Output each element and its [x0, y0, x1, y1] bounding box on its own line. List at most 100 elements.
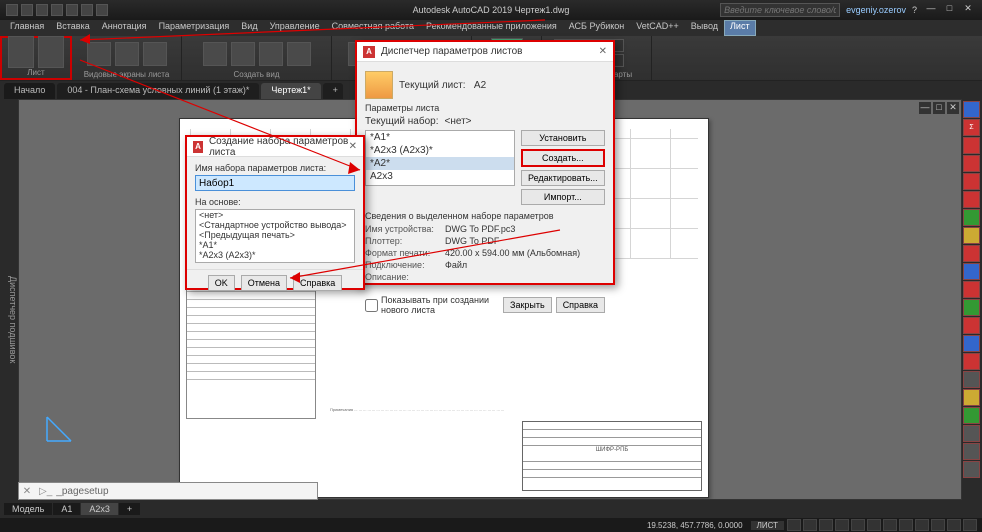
- page-setup-icon[interactable]: [38, 36, 64, 68]
- cv-icon-3[interactable]: [259, 42, 283, 66]
- nps-cancel-button[interactable]: Отмена: [241, 275, 287, 291]
- sb-icon-10[interactable]: [931, 519, 945, 531]
- rb-icon-9[interactable]: [963, 245, 980, 262]
- menu-annotate[interactable]: Аннотация: [96, 20, 153, 36]
- rb-icon-12[interactable]: [963, 299, 980, 316]
- rb-icon-7[interactable]: [963, 209, 980, 226]
- sb-icon-7[interactable]: [883, 519, 897, 531]
- status-mode[interactable]: ЛИСТ: [751, 521, 784, 530]
- nps-base-4[interactable]: *A2x3 (A2x3)*: [196, 250, 354, 260]
- psm-show-cb[interactable]: [365, 299, 378, 312]
- vp-icon-1[interactable]: [87, 42, 111, 66]
- psm-edit-button[interactable]: Редактировать...: [521, 170, 605, 186]
- psm-close-icon[interactable]: ✕: [599, 46, 607, 57]
- sb-icon-5[interactable]: [851, 519, 865, 531]
- canvas-max-icon[interactable]: □: [933, 102, 945, 114]
- psm-item-4[interactable]: А1: [366, 183, 514, 186]
- maximize-icon[interactable]: □: [941, 3, 957, 17]
- nps-base-0[interactable]: <нет>: [196, 210, 354, 220]
- psm-item-1[interactable]: *A2x3 (A2x3)*: [366, 144, 514, 157]
- tab-doc2[interactable]: Чертеж1*: [261, 83, 320, 99]
- style-icon[interactable]: [554, 19, 572, 37]
- sheetset-sidebar[interactable]: Диспетчер подшивок: [0, 99, 18, 500]
- rb-icon-14[interactable]: [963, 335, 980, 352]
- rb-icon-16[interactable]: [963, 371, 980, 388]
- cv-icon-4[interactable]: [287, 42, 311, 66]
- cmdline-close-icon[interactable]: ✕: [19, 486, 35, 497]
- sb-icon-1[interactable]: [787, 519, 801, 531]
- rb-icon-10[interactable]: [963, 263, 980, 280]
- sb-icon-8[interactable]: [899, 519, 913, 531]
- qat-new-icon[interactable]: [21, 4, 33, 16]
- rb-icon-19[interactable]: [963, 425, 980, 442]
- rb-icon-8[interactable]: [963, 227, 980, 244]
- sb-icon-12[interactable]: [963, 519, 977, 531]
- sb-icon-6[interactable]: [867, 519, 881, 531]
- qat-print-icon[interactable]: [96, 4, 108, 16]
- nps-help-button[interactable]: Справка: [293, 275, 342, 291]
- vp-icon-2[interactable]: [115, 42, 139, 66]
- nps-base-list[interactable]: <нет> <Стандартное устройство вывода> <П…: [195, 209, 355, 263]
- tab-add[interactable]: +: [323, 83, 343, 99]
- qat-redo-icon[interactable]: [81, 4, 93, 16]
- canvas-min-icon[interactable]: —: [919, 102, 931, 114]
- menu-view[interactable]: Вид: [235, 20, 263, 36]
- qat-save-icon[interactable]: [51, 4, 63, 16]
- rb-icon-5[interactable]: [963, 173, 980, 190]
- menu-home[interactable]: Главная: [4, 20, 50, 36]
- tab-a1[interactable]: A1: [53, 503, 80, 515]
- rb-icon-1[interactable]: [963, 101, 980, 118]
- tab-start[interactable]: Начало: [4, 83, 55, 99]
- ribbon-panel-layout[interactable]: Лист: [0, 36, 72, 80]
- tab-a2x3[interactable]: A2x3: [81, 503, 118, 515]
- rb-icon-6[interactable]: [963, 191, 980, 208]
- sb-icon-11[interactable]: [947, 519, 961, 531]
- rb-icon-18[interactable]: [963, 407, 980, 424]
- menu-parametric[interactable]: Параметризация: [153, 20, 236, 36]
- app-menu-icon[interactable]: [6, 4, 18, 16]
- psm-item-2[interactable]: *А2*: [366, 157, 514, 170]
- sb-icon-4[interactable]: [835, 519, 849, 531]
- rb-icon-11[interactable]: [963, 281, 980, 298]
- menu-layout[interactable]: Лист: [724, 20, 756, 36]
- psm-titlebar[interactable]: A Диспетчер параметров листов ✕: [357, 42, 613, 62]
- psm-item-0[interactable]: *A1*: [366, 131, 514, 144]
- close-icon[interactable]: ✕: [960, 3, 976, 17]
- menu-collab[interactable]: Совместная работа: [326, 20, 420, 36]
- menu-output[interactable]: Вывод: [685, 20, 724, 36]
- rb-icon-3[interactable]: [963, 137, 980, 154]
- psm-set-button[interactable]: Установить: [521, 130, 605, 146]
- psm-import-button[interactable]: Импорт...: [521, 189, 605, 205]
- psm-show-checkbox[interactable]: Показывать при создании нового листа: [365, 295, 497, 315]
- qat-open-icon[interactable]: [36, 4, 48, 16]
- menu-manage[interactable]: Управление: [264, 20, 326, 36]
- minimize-icon[interactable]: —: [923, 3, 939, 17]
- tab-doc1[interactable]: 004 - План-схема условных линий (1 этаж)…: [57, 83, 259, 99]
- rb-icon-2[interactable]: Σ: [963, 119, 980, 136]
- sb-icon-9[interactable]: [915, 519, 929, 531]
- tab-plus[interactable]: +: [119, 503, 140, 515]
- nps-base-3[interactable]: *A1*: [196, 240, 354, 250]
- help-icon[interactable]: ?: [912, 5, 917, 15]
- psm-new-button[interactable]: Создать...: [521, 149, 605, 167]
- rb-icon-13[interactable]: [963, 317, 980, 334]
- canvas-close-icon[interactable]: ✕: [947, 102, 959, 114]
- rb-icon-20[interactable]: [963, 443, 980, 460]
- cv-icon-1[interactable]: [203, 42, 227, 66]
- nps-ok-button[interactable]: OK: [208, 275, 235, 291]
- menu-insert[interactable]: Вставка: [50, 20, 95, 36]
- rb-icon-17[interactable]: [963, 389, 980, 406]
- search-input[interactable]: [720, 3, 840, 17]
- qat-undo-icon[interactable]: [66, 4, 78, 16]
- rb-icon-4[interactable]: [963, 155, 980, 172]
- menu-featured[interactable]: Рекомендованные приложения: [420, 20, 563, 36]
- rb-icon-15[interactable]: [963, 353, 980, 370]
- nps-base-2[interactable]: <Предыдущая печать>: [196, 230, 354, 240]
- psm-close-button[interactable]: Закрыть: [503, 297, 552, 313]
- nps-base-1[interactable]: <Стандартное устройство вывода>: [196, 220, 354, 230]
- tab-model[interactable]: Модель: [4, 503, 52, 515]
- rb-icon-21[interactable]: [963, 461, 980, 478]
- psm-setup-list[interactable]: *A1* *A2x3 (A2x3)* *А2* A2x3 А1: [365, 130, 515, 186]
- quick-access-toolbar[interactable]: [6, 4, 108, 16]
- sb-icon-2[interactable]: [803, 519, 817, 531]
